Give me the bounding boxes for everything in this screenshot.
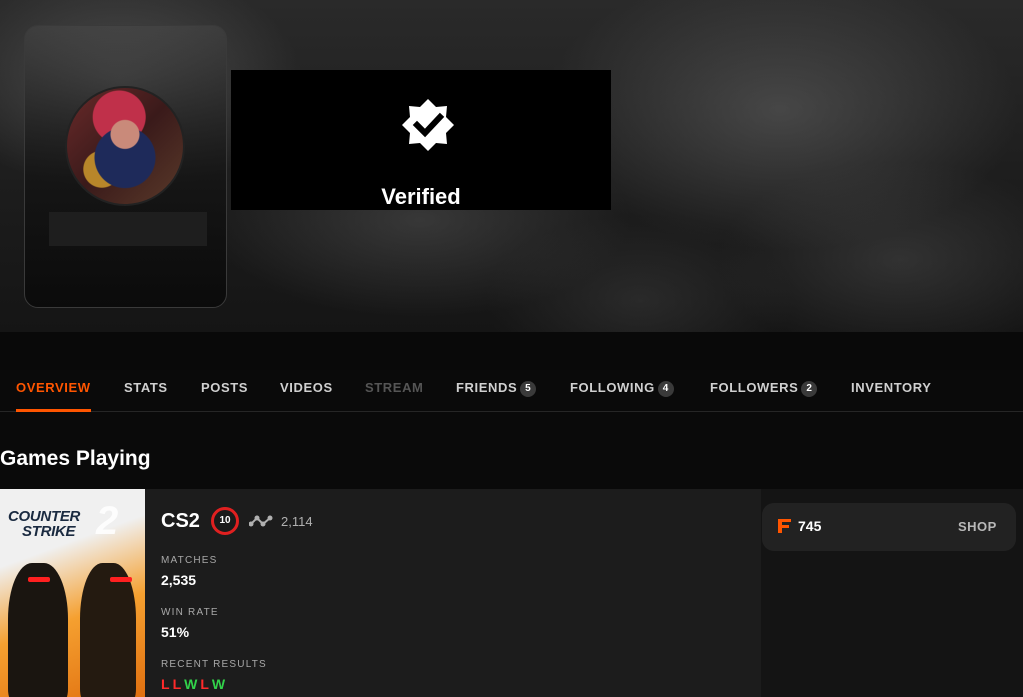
elo-graph-icon bbox=[249, 515, 273, 527]
result-loss: L bbox=[161, 676, 170, 692]
profile-nav: OVERVIEW STATS POSTS VIDEOS STREAM FRIEN… bbox=[0, 370, 1023, 412]
friends-count-badge: 5 bbox=[520, 381, 537, 397]
recent-results-label: RECENT RESULTS bbox=[161, 659, 267, 670]
tab-label: OVERVIEW bbox=[16, 380, 91, 395]
games-playing-heading: Games Playing bbox=[0, 447, 151, 470]
tab-inventory[interactable]: INVENTORY bbox=[851, 380, 932, 412]
tab-friends[interactable]: FRIENDS 5 bbox=[456, 380, 537, 412]
tab-overview[interactable]: OVERVIEW bbox=[16, 380, 91, 412]
tab-label: FOLLOWERS bbox=[710, 380, 799, 395]
game-name: CS2 bbox=[161, 510, 200, 532]
verified-label: Verified bbox=[381, 184, 461, 209]
result-win: W bbox=[211, 676, 226, 692]
tab-stream[interactable]: STREAM bbox=[365, 380, 424, 412]
tab-following[interactable]: FOLLOWING 4 bbox=[570, 380, 674, 412]
tab-label: STREAM bbox=[365, 380, 424, 395]
result-loss: L bbox=[200, 676, 209, 692]
avatar[interactable] bbox=[65, 86, 185, 206]
elo-value: 2,114 bbox=[281, 514, 313, 529]
art-logo-line: COUNTER bbox=[8, 508, 81, 525]
art-logo-text: COUNTER STRIKE bbox=[8, 509, 80, 539]
tab-label: FRIENDS bbox=[456, 380, 518, 395]
art-logo-line: STRIKE bbox=[22, 523, 76, 540]
following-count-badge: 4 bbox=[657, 381, 674, 397]
points-value: 745 bbox=[798, 518, 822, 534]
matches-value: 2,535 bbox=[161, 572, 197, 588]
soldier-goggles bbox=[28, 577, 50, 582]
game-card: 2 COUNTER STRIKE bbox=[0, 489, 761, 697]
tab-stats[interactable]: STATS bbox=[124, 380, 168, 412]
banner-bottom-strip bbox=[0, 332, 1023, 370]
verified-badge-icon bbox=[402, 99, 454, 151]
art-logo-number: 2 bbox=[96, 499, 119, 543]
tab-posts[interactable]: POSTS bbox=[201, 380, 248, 412]
verified-overlay: Verified bbox=[231, 70, 611, 210]
points-box: 745 SHOP bbox=[762, 503, 1016, 551]
skill-level-badge: 10 bbox=[211, 507, 239, 535]
cs2-cover-art[interactable]: 2 COUNTER STRIKE bbox=[0, 489, 145, 697]
result-loss: L bbox=[172, 676, 182, 692]
profile-card bbox=[24, 25, 227, 308]
shop-button[interactable]: SHOP bbox=[958, 519, 997, 534]
faceit-points-icon bbox=[778, 519, 791, 533]
followers-count-badge: 2 bbox=[801, 381, 818, 397]
recent-results: LLWLW bbox=[161, 676, 228, 692]
tab-label: FOLLOWING bbox=[570, 380, 655, 395]
soldier-figure bbox=[80, 563, 136, 697]
soldier-figure bbox=[8, 563, 68, 697]
win-rate-value: 51% bbox=[161, 624, 190, 640]
username-placeholder-bar bbox=[49, 212, 207, 246]
tab-label: VIDEOS bbox=[280, 380, 333, 395]
tab-label: INVENTORY bbox=[851, 380, 932, 395]
tab-followers[interactable]: FOLLOWERS 2 bbox=[710, 380, 818, 412]
tab-label: STATS bbox=[124, 380, 168, 395]
result-win: W bbox=[184, 676, 198, 692]
matches-label: MATCHES bbox=[161, 555, 218, 566]
tab-videos[interactable]: VIDEOS bbox=[280, 380, 333, 412]
soldier-goggles bbox=[110, 577, 132, 582]
tab-label: POSTS bbox=[201, 380, 249, 395]
win-rate-label: WIN RATE bbox=[161, 607, 219, 618]
